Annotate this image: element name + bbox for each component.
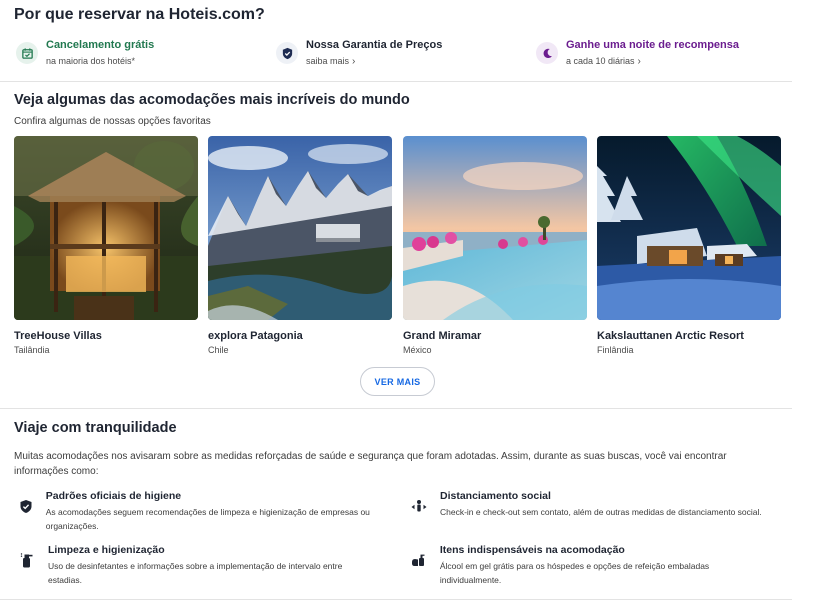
cleaning-desc: Uso de desinfetantes e informações sobre… xyxy=(47,561,343,585)
property-card[interactable]: Grand Miramar México xyxy=(403,136,587,355)
featured-subtitle: Confira algumas de nossas opções favorit… xyxy=(14,116,211,127)
price-guarantee-benefit[interactable]: Nossa Garantia de Preços saiba mais › xyxy=(276,38,442,72)
page: Por que reservar na Hoteis.com? Cancelam… xyxy=(0,0,813,603)
price-guarantee-link[interactable]: saiba mais › xyxy=(306,55,442,68)
cleaning-title: Limpeza e higienização xyxy=(47,544,165,556)
property-photo[interactable] xyxy=(597,136,781,320)
reward-night-link[interactable]: a cada 10 diárias › xyxy=(566,55,739,68)
hand-sanitizer-icon xyxy=(410,551,428,569)
why-book-row: Cancelamento grátis na maioria dos hotéi… xyxy=(14,38,794,72)
social-distancing-item: Distanciamento social Check-in e check-o… xyxy=(410,490,770,519)
hygiene-standards-title: Padrões oficiais de higiene xyxy=(45,490,182,502)
free-cancellation-label: Cancelamento grátis xyxy=(46,39,155,51)
property-name: explora Patagonia xyxy=(208,330,303,342)
property-country: Tailândia xyxy=(14,345,50,355)
price-guarantee-link-text: saiba mais xyxy=(306,56,350,66)
why-book-title: Por que reservar na Hoteis.com? xyxy=(14,6,265,23)
essentials-item: Itens indispensáveis na acomodação Álcoo… xyxy=(410,544,770,587)
essentials-title: Itens indispensáveis na acomodação xyxy=(439,544,625,556)
property-card[interactable]: explora Patagonia Chile xyxy=(208,136,392,355)
social-distancing-desc: Check-in e check-out sem contato, além d… xyxy=(440,507,762,517)
section-divider xyxy=(0,408,792,409)
free-cancellation-benefit: Cancelamento grátis na maioria dos hotéi… xyxy=(16,38,154,72)
property-country: México xyxy=(403,345,432,355)
featured-title: Veja algumas das acomodações mais incrív… xyxy=(14,92,410,108)
reward-night-benefit[interactable]: Ganhe uma noite de recompensa a cada 10 … xyxy=(536,38,739,72)
travel-title: Viaje com tranquilidade xyxy=(14,420,177,436)
property-photo[interactable] xyxy=(403,136,587,320)
shield-check-icon xyxy=(276,42,298,64)
cleaning-item: Limpeza e higienização Uso de desinfetan… xyxy=(18,544,378,587)
travel-intro: Muitas acomodações nos avisaram sobre as… xyxy=(14,451,727,477)
social-distance-icon xyxy=(410,497,428,515)
property-name: Grand Miramar xyxy=(403,330,482,342)
hygiene-standards-item: Padrões oficiais de higiene As acomodaçõ… xyxy=(18,490,378,533)
reward-night-label: Ganhe uma noite de recompensa xyxy=(566,39,739,51)
section-divider xyxy=(0,81,792,82)
chevron-right-icon: › xyxy=(352,56,356,67)
property-photo[interactable] xyxy=(208,136,392,320)
property-name: Kakslauttanen Arctic Resort xyxy=(597,330,744,342)
property-country: Finlândia xyxy=(597,345,634,355)
hygiene-standards-desc: As acomodações seguem recomendações de l… xyxy=(45,507,370,531)
moon-icon xyxy=(536,42,558,64)
chevron-right-icon: › xyxy=(637,56,641,67)
property-photo[interactable] xyxy=(14,136,198,320)
spray-bottle-icon xyxy=(18,551,36,569)
essentials-desc: Álcool em gel grátis para os hóspedes e … xyxy=(439,561,710,585)
property-card[interactable]: Kakslauttanen Arctic Resort Finlândia xyxy=(597,136,781,355)
calendar-check-icon xyxy=(16,42,38,64)
free-cancellation-sub: na maioria dos hotéis* xyxy=(46,56,136,66)
shield-check-icon xyxy=(18,497,34,515)
reward-night-link-text: a cada 10 diárias xyxy=(566,56,635,66)
property-card[interactable]: TreeHouse Villas Tailândia xyxy=(14,136,198,355)
see-more-button[interactable]: VER MAIS xyxy=(360,367,435,396)
price-guarantee-label: Nossa Garantia de Preços xyxy=(306,39,443,51)
property-country: Chile xyxy=(208,345,229,355)
social-distancing-title: Distanciamento social xyxy=(440,490,551,502)
property-name: TreeHouse Villas xyxy=(14,330,102,342)
section-divider xyxy=(0,599,792,600)
